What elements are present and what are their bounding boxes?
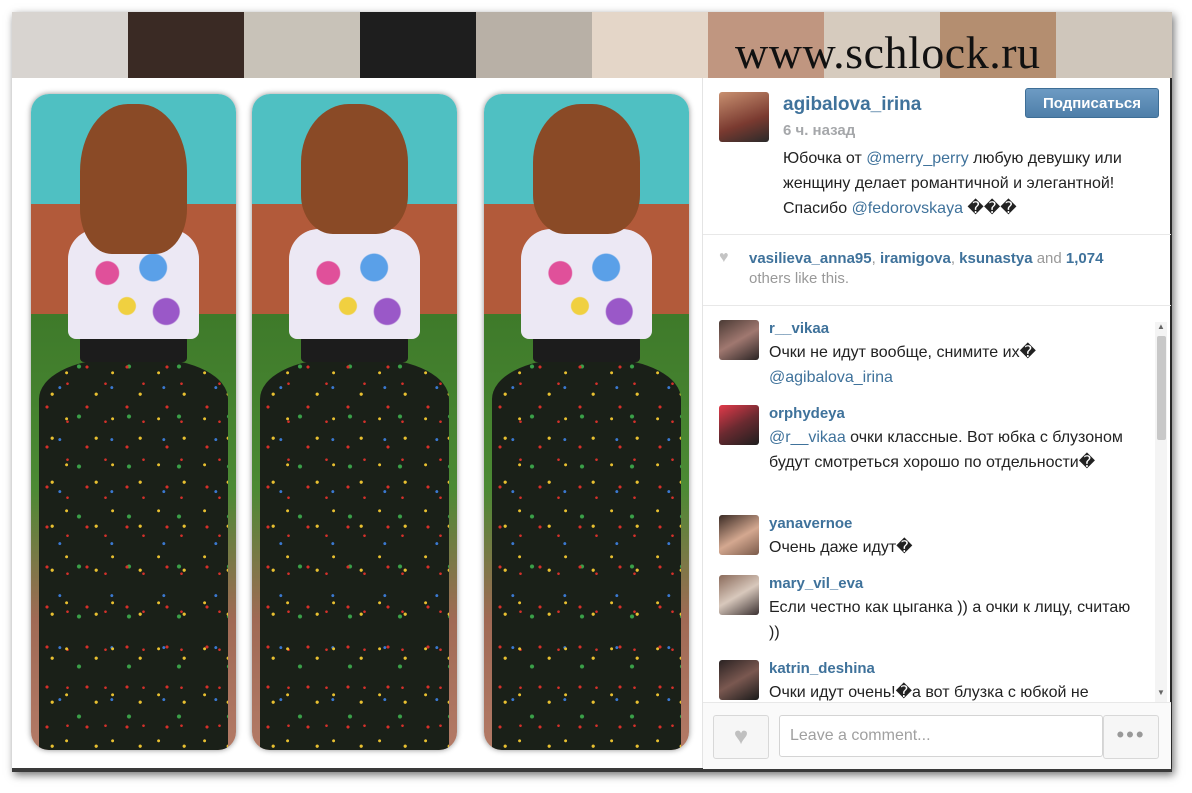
follow-button[interactable]: Подписаться: [1025, 88, 1159, 118]
comment-input[interactable]: [779, 715, 1103, 757]
comment-body: Если честно как цыганка )) а очки к лицу…: [769, 599, 1131, 641]
scrollbar-thumb[interactable]: [1157, 336, 1166, 440]
comment-username[interactable]: katrin_deshina: [769, 660, 875, 678]
comments-list[interactable]: r__vikaa Очки не идут вообще, снимите их…: [703, 306, 1171, 702]
like-button[interactable]: ♥: [713, 715, 769, 759]
comment-username[interactable]: mary_vil_eva: [769, 575, 863, 593]
ellipsis-icon: •••: [1116, 722, 1146, 747]
comment-body: Очень даже идут�: [769, 539, 913, 556]
likes-separator: ,: [871, 250, 880, 267]
caption-mention[interactable]: @merry_perry: [866, 150, 968, 167]
caption-mention[interactable]: @fedorovskaya: [852, 200, 963, 217]
comment-username[interactable]: yanavernoe: [769, 515, 852, 533]
caption-text: Юбочка от: [783, 150, 867, 167]
comment-body: Очки идут очень!�а вот блузка с юбкой не: [769, 684, 1089, 701]
avatar[interactable]: [719, 320, 759, 360]
comment-mention[interactable]: @agibalova_irina: [769, 369, 893, 386]
likes-summary: vasilieva_anna95, iramigova, ksunastya a…: [749, 249, 1149, 289]
likes-and: and: [1032, 250, 1066, 267]
post-sidebar: agibalova_irina Подписаться 6 ч. назад Ю…: [702, 78, 1171, 769]
comment-text: Очки не идут вообще, снимите их� @agibal…: [769, 340, 1139, 390]
post-modal: agibalova_irina Подписаться 6 ч. назад Ю…: [12, 78, 1171, 769]
avatar[interactable]: [719, 405, 759, 445]
like-user[interactable]: iramigova: [880, 250, 951, 267]
like-user[interactable]: vasilieva_anna95: [749, 250, 872, 267]
comment-username[interactable]: r__vikaa: [769, 320, 829, 338]
watermark-text: www.schlock.ru: [735, 27, 1041, 78]
comment-mention[interactable]: @r__vikaa: [769, 429, 846, 446]
scroll-down-arrow-icon[interactable]: ▼: [1155, 688, 1167, 698]
post-username[interactable]: agibalova_irina: [783, 94, 921, 116]
comment-text: @r__vikaa очки классные. Вот юбка с блуз…: [769, 425, 1139, 475]
comment-username[interactable]: orphydeya: [769, 405, 845, 423]
avatar[interactable]: [719, 515, 759, 555]
more-options-button[interactable]: •••: [1103, 715, 1159, 759]
comment-text: Очень даже идут�: [769, 535, 1139, 560]
like-user[interactable]: ksunastya: [959, 250, 1032, 267]
comment-body: Очки не идут вообще, снимите их�: [769, 344, 1036, 361]
heart-icon: ♥: [733, 723, 749, 750]
photo-panel: [484, 94, 689, 750]
post-caption: Юбочка от @merry_perry любую девушку или…: [783, 146, 1155, 221]
heart-icon: ♥: [719, 249, 729, 266]
likes-others: others like this.: [749, 270, 850, 287]
comment-footer: ♥ •••: [703, 702, 1171, 769]
photo-panel: [31, 94, 236, 750]
likes-separator: ,: [950, 250, 960, 267]
scroll-up-arrow-icon[interactable]: ▲: [1155, 322, 1167, 332]
photo-panel: [252, 94, 457, 750]
avatar[interactable]: [719, 92, 769, 142]
comment-text: Очки идут очень!�а вот блузка с юбкой не: [769, 680, 1139, 702]
avatar[interactable]: [719, 660, 759, 700]
post-photo[interactable]: [12, 78, 702, 768]
post-timestamp[interactable]: 6 ч. назад: [783, 122, 855, 139]
caption-text: ���: [962, 200, 1017, 217]
comment-text: Если честно как цыганка )) а очки к лицу…: [769, 595, 1139, 645]
likes-count[interactable]: 1,074: [1066, 250, 1104, 267]
avatar[interactable]: [719, 575, 759, 615]
post-header: agibalova_irina Подписаться 6 ч. назад Ю…: [703, 78, 1171, 235]
